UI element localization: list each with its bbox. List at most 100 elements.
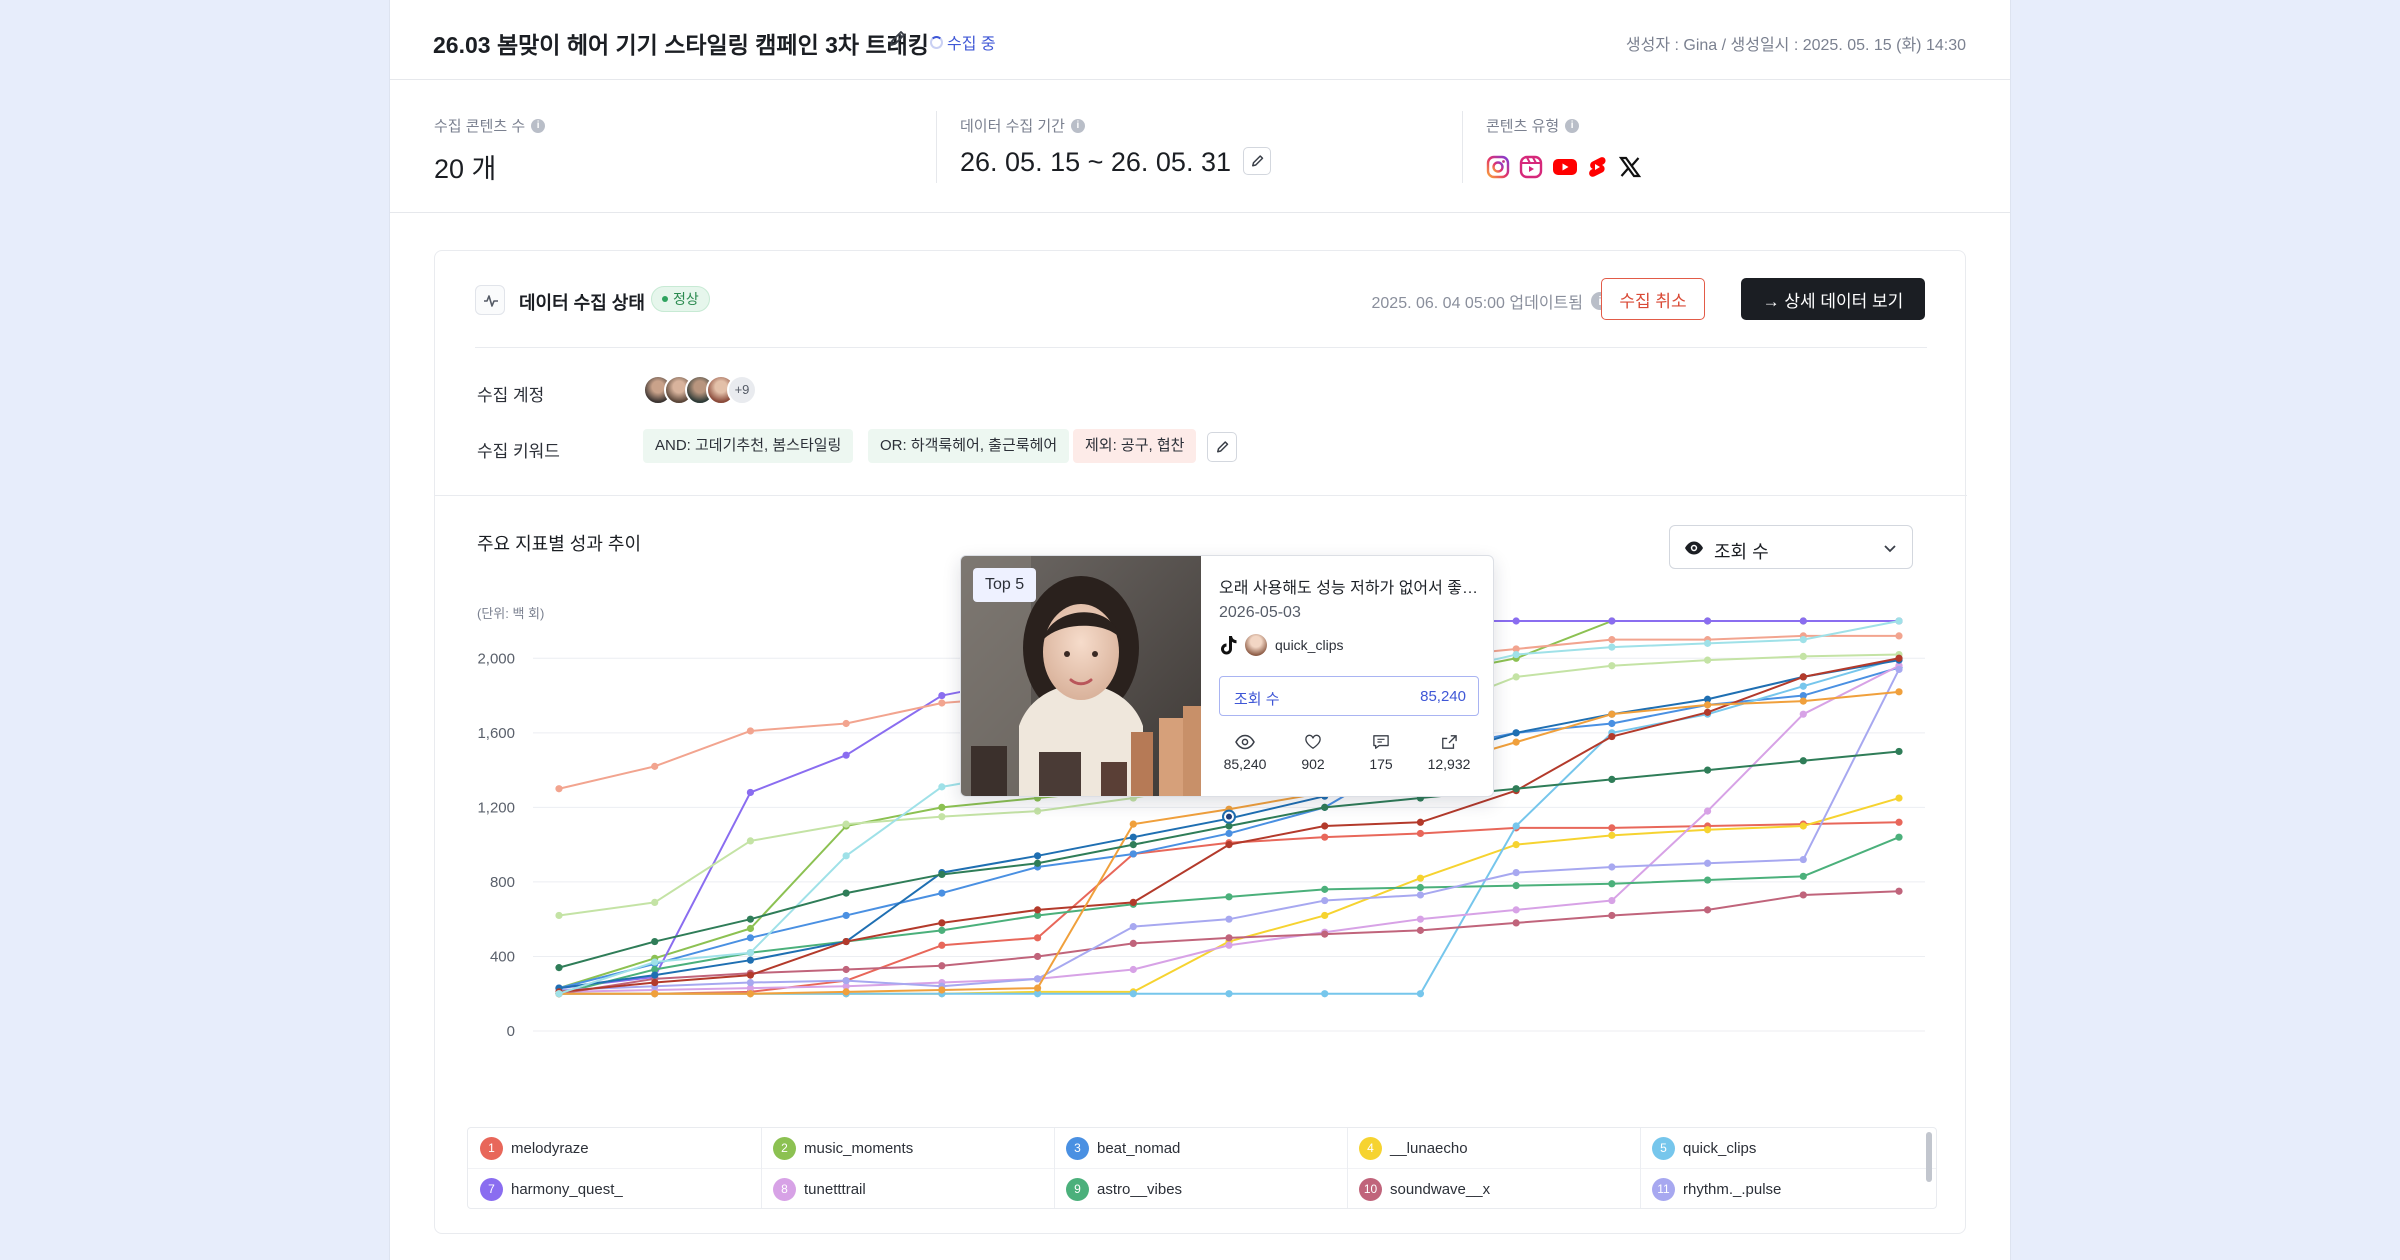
summary-bar: 수집 콘텐츠 수 i 20 개 데이터 수집 기간 i 26. 05. 15 ~ 2… bbox=[390, 81, 2010, 213]
legend-item[interactable]: 9 astro__vibes bbox=[1066, 1169, 1182, 1208]
account-avatars[interactable]: +9 bbox=[643, 375, 757, 405]
data-point bbox=[1129, 939, 1137, 948]
data-point bbox=[1895, 747, 1903, 756]
data-point bbox=[1321, 911, 1329, 920]
data-point bbox=[1703, 701, 1712, 709]
content-count-label: 수집 콘텐츠 수 bbox=[434, 118, 526, 135]
edit-keywords-button[interactable] bbox=[1207, 432, 1237, 462]
legend-item[interactable]: 5 quick_clips bbox=[1652, 1128, 1756, 1168]
divider bbox=[475, 347, 1927, 348]
legend-label: tunetttrail bbox=[804, 1180, 866, 1198]
data-point bbox=[651, 937, 659, 946]
data-point bbox=[1703, 617, 1712, 625]
data-point bbox=[1225, 829, 1233, 838]
data-point bbox=[1895, 794, 1903, 802]
loading-spinner-icon bbox=[930, 35, 943, 49]
campaign-page: 26.03 봄맞이 헤어 기기 스타일링 캠페인 3차 트래킹 수집 중 생성자… bbox=[390, 0, 2010, 1260]
legend-item[interactable]: 1 melodyraze bbox=[480, 1128, 589, 1168]
legend-number-badge: 2 bbox=[773, 1136, 796, 1160]
instagram-icon bbox=[1486, 155, 1510, 179]
metric-select[interactable]: 조회 수 bbox=[1669, 525, 1913, 569]
data-point bbox=[1033, 975, 1042, 983]
more-accounts-count[interactable]: +9 bbox=[727, 375, 757, 405]
data-point bbox=[1799, 697, 1807, 705]
data-point bbox=[1703, 639, 1712, 647]
data-point bbox=[1225, 893, 1233, 901]
legend-scrollbar[interactable] bbox=[1926, 1132, 1932, 1182]
legend-item[interactable]: 10 soundwave__x bbox=[1359, 1169, 1490, 1208]
info-icon[interactable]: i bbox=[531, 118, 546, 133]
data-point bbox=[1895, 818, 1903, 826]
series-line bbox=[558, 836, 1900, 995]
collection-status-row: 데이터 수집 상태 정상 2025. 06. 04 05:00 업데이트됨 i 수… bbox=[435, 251, 1967, 347]
data-point bbox=[1416, 990, 1425, 998]
data-point bbox=[746, 915, 755, 923]
status-badge-text: 정상 bbox=[673, 291, 699, 307]
legend-number-badge: 8 bbox=[773, 1177, 796, 1201]
data-point bbox=[1608, 719, 1616, 728]
eye-icon bbox=[1235, 734, 1255, 750]
legend-item[interactable]: 4 __lunaecho bbox=[1359, 1128, 1468, 1168]
data-point bbox=[1129, 820, 1137, 828]
data-point bbox=[1129, 898, 1137, 907]
cancel-collection-button[interactable]: 수집 취소 bbox=[1601, 278, 1705, 320]
data-point bbox=[842, 977, 850, 985]
data-point bbox=[1799, 855, 1807, 864]
data-point bbox=[651, 971, 659, 979]
data-point bbox=[1608, 831, 1616, 839]
data-point bbox=[746, 837, 755, 845]
data-point bbox=[1416, 829, 1425, 838]
data-point bbox=[938, 803, 946, 811]
collecting-status: 수집 중 bbox=[930, 30, 996, 54]
data-point bbox=[1799, 652, 1807, 661]
legend-item[interactable]: 8 tunetttrail bbox=[773, 1169, 866, 1208]
legend-item[interactable]: 11 rhythm._.pulse bbox=[1652, 1169, 1781, 1208]
data-point bbox=[746, 934, 755, 942]
info-icon[interactable]: i bbox=[1565, 118, 1580, 133]
edit-title-icon[interactable] bbox=[886, 28, 910, 52]
data-point bbox=[555, 911, 563, 920]
legend-number-badge: 7 bbox=[480, 1177, 503, 1201]
likes-value: 902 bbox=[1301, 756, 1325, 772]
legend-item[interactable]: 2 music_moments bbox=[773, 1128, 913, 1168]
creator-meta: 생성자 : Gina / 생성일시 : 2025. 05. 15 (화) 14:… bbox=[1625, 37, 1966, 54]
data-point bbox=[1703, 766, 1712, 774]
data-point bbox=[1512, 785, 1520, 793]
data-point bbox=[1321, 990, 1329, 998]
y-tick-label: 1,200 bbox=[477, 799, 515, 816]
legend-item[interactable]: 3 beat_nomad bbox=[1066, 1128, 1180, 1168]
data-point bbox=[1895, 654, 1903, 662]
data-point bbox=[1608, 732, 1616, 741]
legend-number-badge: 3 bbox=[1066, 1136, 1089, 1160]
divider bbox=[761, 1128, 762, 1208]
legend-item[interactable]: 7 harmony_quest_ bbox=[480, 1169, 623, 1208]
data-point bbox=[1608, 911, 1616, 920]
content-stats: 85,240 902 175 12,932 bbox=[1211, 734, 1493, 774]
period-value: 26. 05. 15 ~ 26. 05. 31 bbox=[960, 147, 1231, 177]
account-name: quick_clips bbox=[1275, 637, 1344, 653]
data-point bbox=[1033, 807, 1042, 815]
status-badge: 정상 bbox=[651, 286, 710, 312]
content-count-value: 20 개 bbox=[434, 154, 497, 184]
data-point bbox=[1512, 868, 1520, 877]
heart-icon bbox=[1305, 734, 1321, 750]
data-point bbox=[1416, 915, 1425, 923]
data-point bbox=[1416, 818, 1425, 826]
info-icon[interactable]: i bbox=[1070, 118, 1085, 133]
data-point bbox=[1799, 710, 1807, 718]
data-point bbox=[651, 762, 659, 770]
collecting-status-text: 수집 중 bbox=[947, 36, 996, 53]
data-point bbox=[1321, 885, 1329, 893]
y-tick-label: 2,000 bbox=[477, 650, 515, 667]
edit-period-button[interactable] bbox=[1242, 146, 1271, 175]
legend-label: melodyraze bbox=[511, 1139, 589, 1157]
data-point bbox=[938, 986, 946, 994]
data-point bbox=[1895, 665, 1903, 674]
view-details-button[interactable]: → 상세 데이터 보기 bbox=[1741, 278, 1925, 320]
content-caption: 오래 사용해도 성능 저하가 없어서 좋습니다 bbox=[1219, 580, 1481, 597]
pulse-icon bbox=[475, 285, 505, 315]
metric-select-value: 조회 수 bbox=[1714, 542, 1769, 562]
data-point bbox=[1608, 636, 1616, 644]
keyword-or-chip: OR: 하객룩헤어, 출근룩헤어 bbox=[868, 429, 1070, 463]
pencil-icon bbox=[1217, 441, 1229, 453]
